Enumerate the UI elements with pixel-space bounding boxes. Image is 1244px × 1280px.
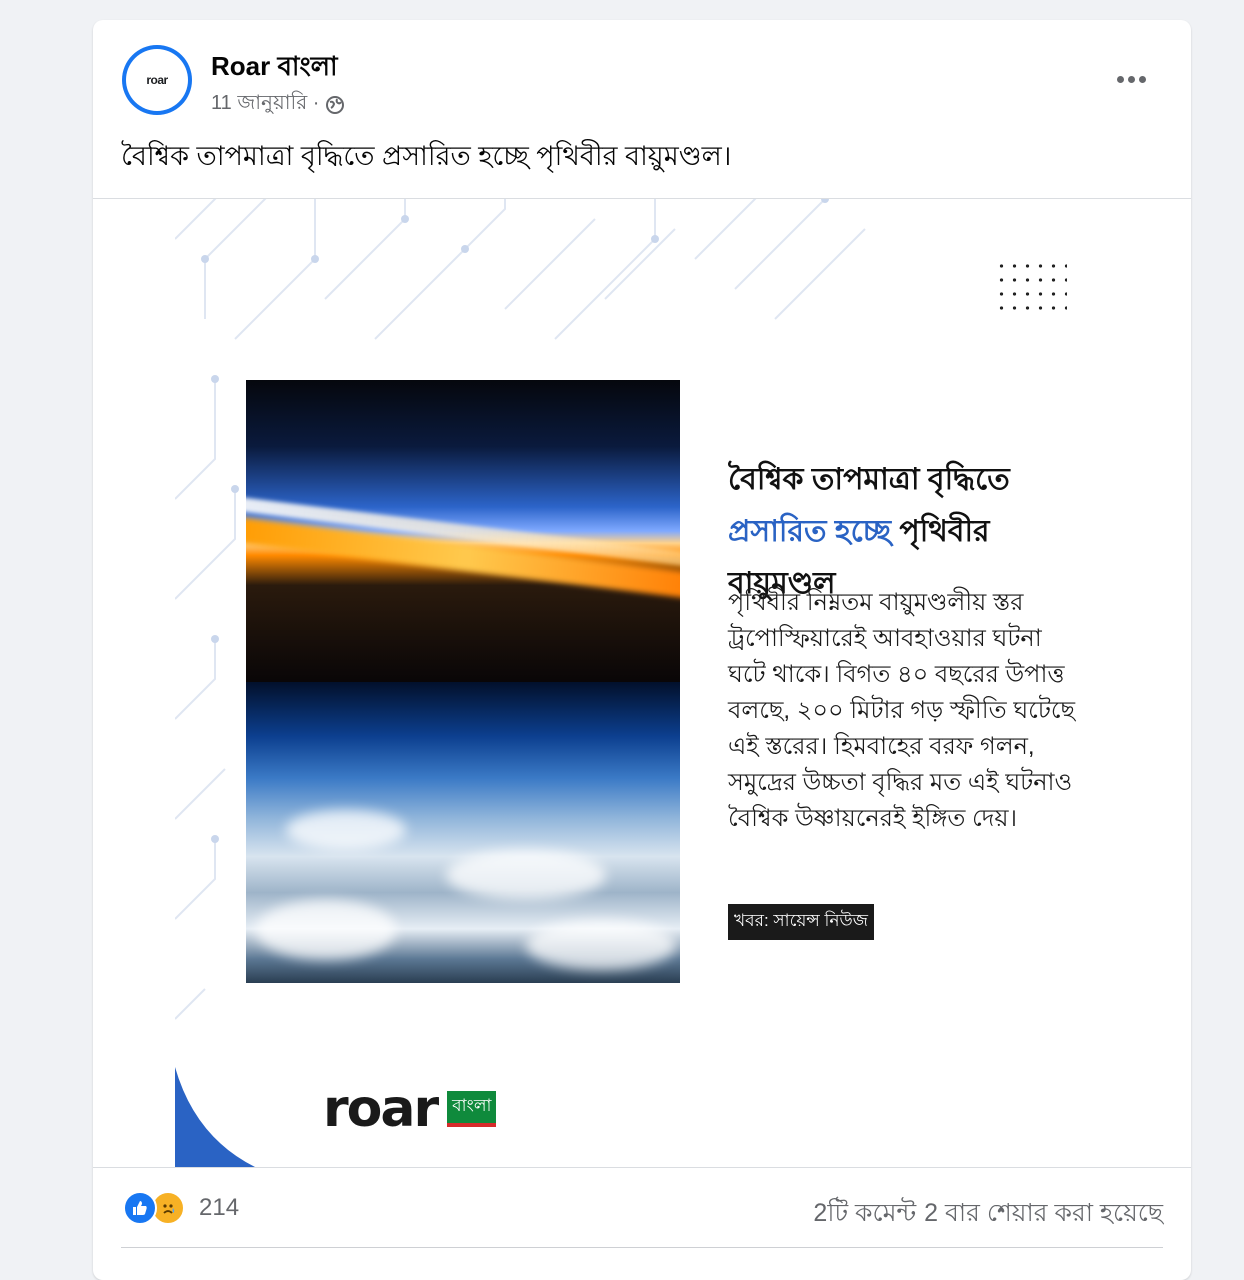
shares-count-link[interactable]: 2 বার শেয়ার করা হয়েছে: [924, 1193, 1163, 1236]
thumbs-up-icon: [123, 1191, 157, 1225]
post-footer: 214 2টি কমেন্ট 2 বার শেয়ার করা হয়েছে: [93, 1167, 1191, 1247]
headline-part-1: বৈশ্বিক তাপমাত্রা বৃদ্ধিতে: [728, 463, 1010, 496]
page-avatar[interactable]: roar: [122, 45, 192, 115]
dot-grid-decoration: [995, 259, 1067, 319]
post-date-link[interactable]: 11 জানুয়ারি ·: [211, 88, 319, 121]
post-card: roar Roar বাংলা 11 জানুয়ারি · বৈশ্বিক ত…: [93, 20, 1191, 1280]
avatar-logo: roar: [126, 49, 188, 111]
more-dot: [1138, 75, 1146, 83]
globe-icon: [326, 95, 345, 114]
footer-divider: [121, 1247, 1163, 1248]
poster-image: বৈশ্বিক তাপমাত্রা বৃদ্ধিতে প্রসারিত হচ্ছ…: [175, 199, 1103, 1167]
poster-source-tag: খবর: সায়েন্স নিউজ: [728, 904, 874, 940]
page-name-link[interactable]: Roar বাংলা: [211, 46, 338, 90]
comments-count-link[interactable]: 2টি কমেন্ট: [813, 1193, 916, 1236]
reaction-count: 214: [199, 1194, 240, 1221]
earth-atmosphere-photo: [246, 380, 680, 983]
logo-tag: বাংলা: [447, 1091, 497, 1127]
post-caption: বৈশ্বিক তাপমাত্রা বৃদ্ধিতে প্রসারিত হচ্ছ…: [121, 141, 732, 171]
cloud: [256, 900, 396, 960]
logo-word: roar: [323, 1079, 439, 1139]
more-dot: [1116, 75, 1124, 83]
corner-decoration: [175, 1067, 255, 1167]
cloud: [446, 850, 606, 900]
poster-body-text: পৃথিবীর নিম্নতম বায়ুমণ্ডলীয় স্তর ট্রপো…: [728, 589, 1076, 832]
more-options-button[interactable]: [1111, 64, 1151, 94]
headline-highlight: প্রসারিত হচ্ছে: [728, 515, 892, 548]
post-media[interactable]: বৈশ্বিক তাপমাত্রা বৃদ্ধিতে প্রসারিত হচ্ছ…: [93, 198, 1191, 1168]
reactions-summary[interactable]: 214: [123, 1191, 239, 1225]
engagement-stats: 2টি কমেন্ট 2 বার শেয়ার করা হয়েছে: [813, 1193, 1163, 1236]
cloud: [286, 810, 406, 850]
cloud: [526, 920, 676, 970]
more-dot: [1127, 75, 1135, 83]
avatar-logo-word: roar: [146, 73, 168, 87]
roar-bangla-logo: roar বাংলা: [323, 1079, 497, 1139]
post-meta: 11 জানুয়ারি ·: [211, 88, 345, 121]
